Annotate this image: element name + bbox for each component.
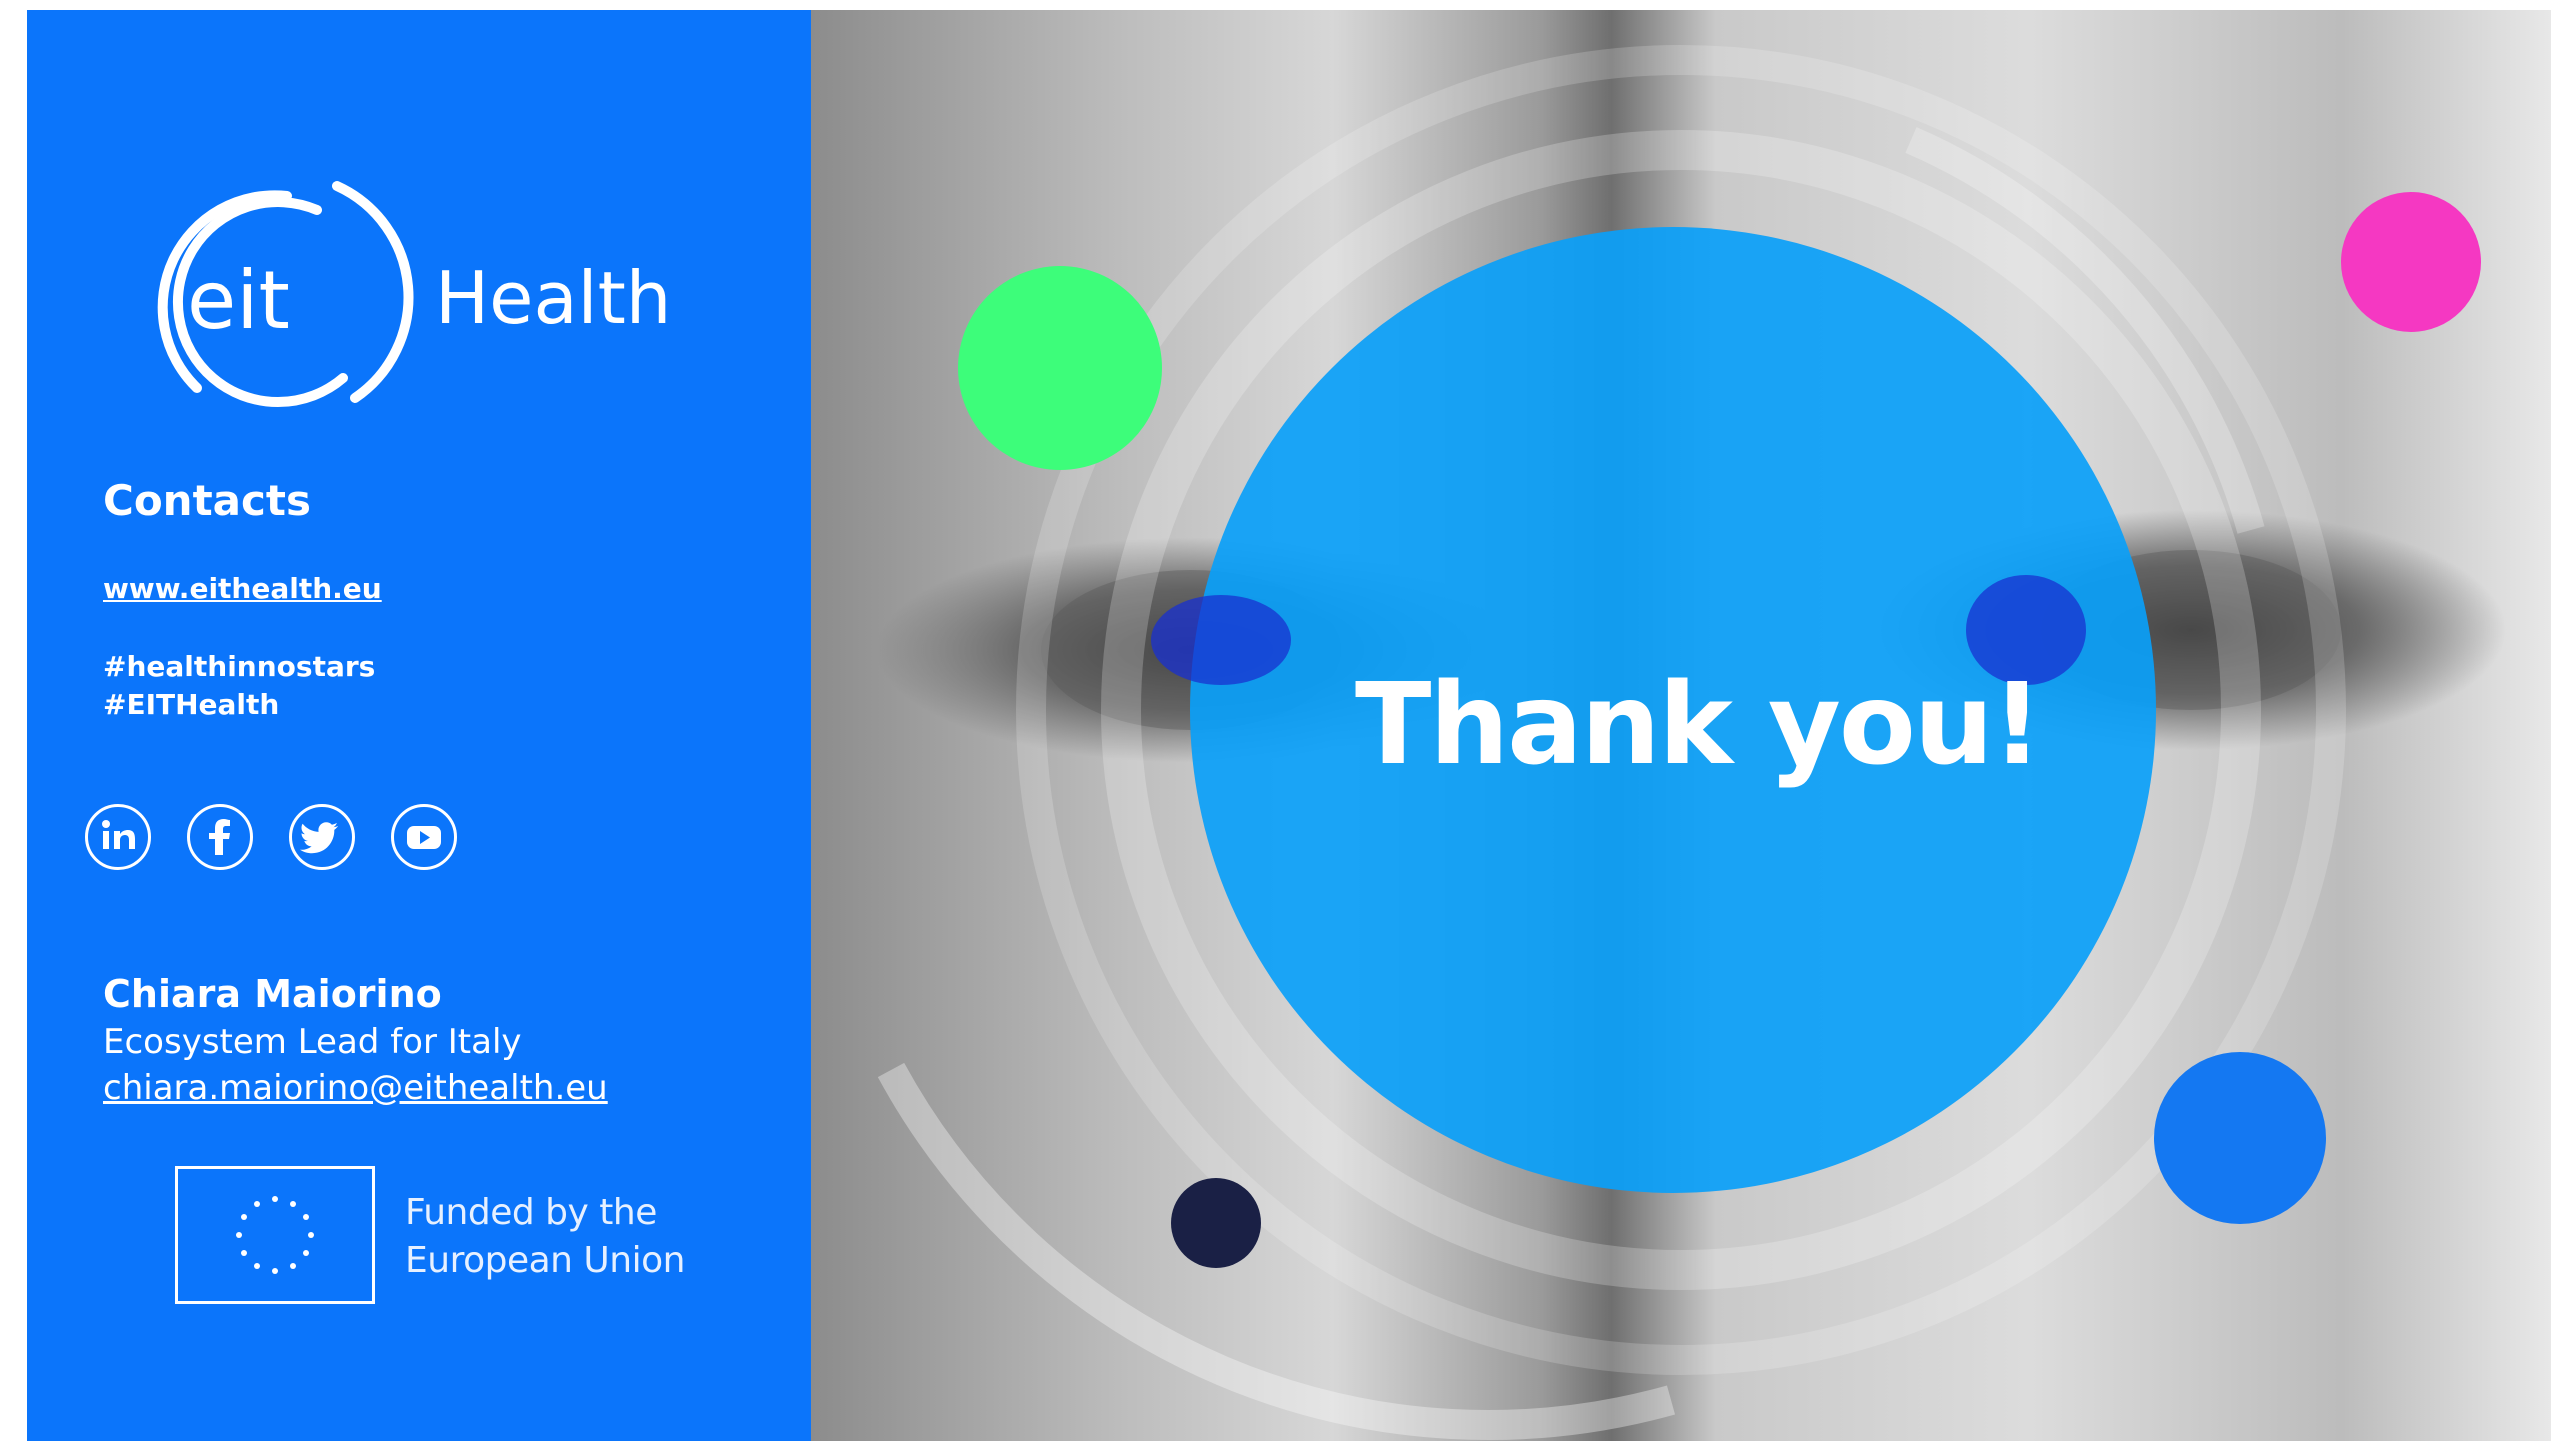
hashtag-healthinnostars: #healthinnostars xyxy=(103,650,376,683)
contacts-heading: Contacts xyxy=(103,476,311,525)
navy-dot xyxy=(1171,1178,1261,1268)
contact-email-link[interactable]: chiara.maiorino@eithealth.eu xyxy=(103,1068,608,1108)
facebook-icon[interactable] xyxy=(187,804,253,870)
contact-panel: eit Health Contacts www.eithealth.eu #he… xyxy=(27,10,811,1441)
eu-flag-icon xyxy=(175,1166,375,1304)
green-dot xyxy=(958,266,1162,470)
magenta-dot xyxy=(2341,192,2481,332)
website-link[interactable]: www.eithealth.eu xyxy=(103,572,382,605)
blue-dot xyxy=(2154,1052,2326,1224)
eu-funding-line-1: Funded by the xyxy=(405,1192,657,1233)
twitter-icon[interactable] xyxy=(289,804,355,870)
linkedin-icon[interactable] xyxy=(85,804,151,870)
thank-you-headline: Thank you! xyxy=(1355,660,2043,790)
contact-role: Ecosystem Lead for Italy xyxy=(103,1022,522,1062)
youtube-icon[interactable] xyxy=(391,804,457,870)
eit-health-logo: eit Health xyxy=(137,178,717,428)
hashtag-eithealth: #EITHealth xyxy=(103,688,280,721)
thank-you-slide: eit Health Contacts www.eithealth.eu #he… xyxy=(27,10,2551,1441)
contact-name: Chiara Maiorino xyxy=(103,972,442,1016)
eu-funding-line-2: European Union xyxy=(405,1240,685,1281)
logo-mark-text: eit xyxy=(187,254,290,347)
logo-brand-text: Health xyxy=(435,256,671,340)
left-iris-shape xyxy=(1151,595,1291,685)
